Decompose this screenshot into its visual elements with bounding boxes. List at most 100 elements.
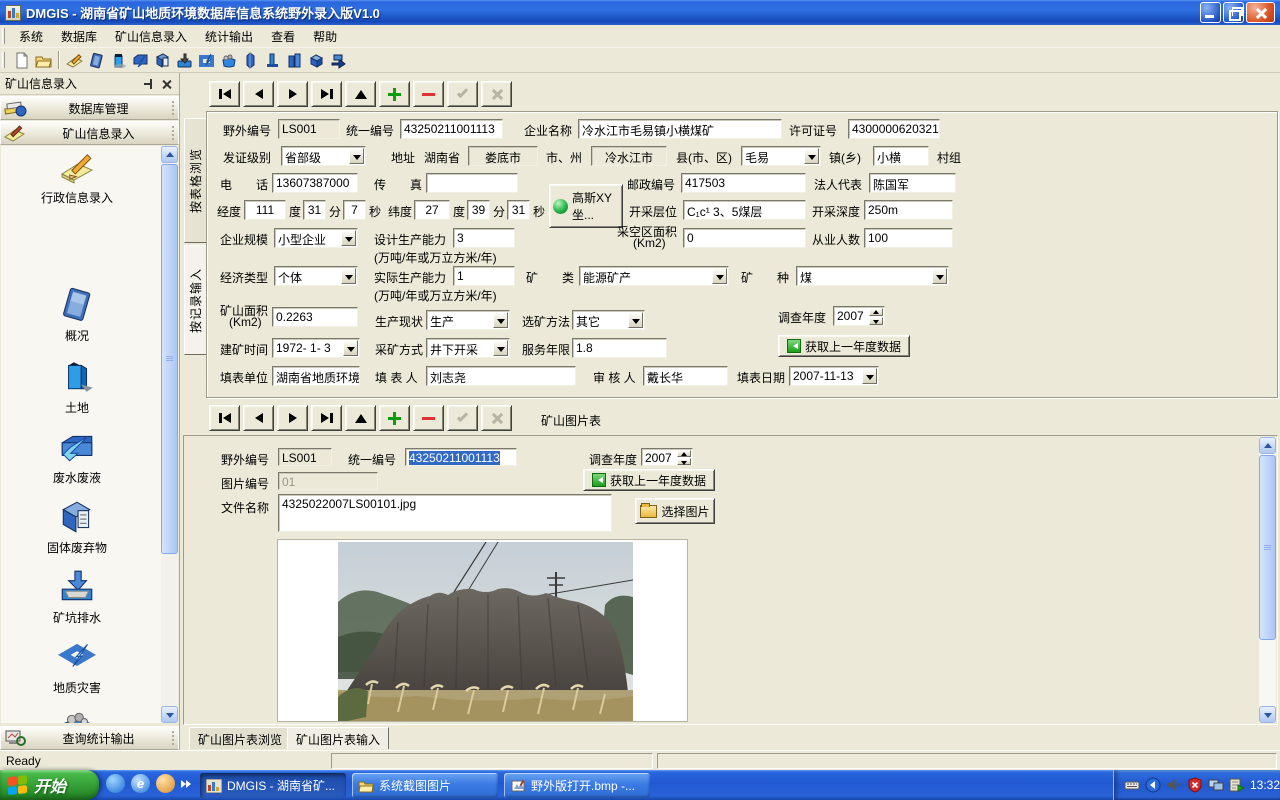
cancel-record-button[interactable] — [481, 81, 512, 107]
status-combo[interactable]: 生产 — [426, 310, 510, 330]
scrollbar-thumb[interactable] — [1259, 455, 1276, 640]
sidebar-item-land-survey[interactable]: 土地调查 — [1, 708, 153, 723]
lat-sec-input[interactable]: 31 — [507, 200, 530, 220]
menu-database[interactable]: 数据库 — [52, 25, 106, 48]
pillar-icon[interactable] — [239, 49, 261, 71]
photo-unified-no-input[interactable]: 43250211001113 — [405, 448, 517, 466]
mine-kind-combo[interactable]: 煤 — [796, 266, 949, 286]
sidebar-group-mine-entry[interactable]: 矿山信息录入 — [0, 121, 179, 145]
delete-record-button[interactable] — [413, 405, 444, 431]
tab-photo-input[interactable]: 矿山图片表输入 — [287, 727, 389, 749]
next-record-button[interactable] — [277, 81, 308, 107]
unified-no-input[interactable]: 43250211001113 — [400, 119, 503, 139]
chevron-down-icon[interactable] — [932, 268, 947, 284]
filler-input[interactable]: 刘志尧 — [426, 366, 576, 386]
sidebar-group-query-output[interactable]: 查询统计输出 — [0, 726, 179, 750]
method-combo[interactable]: 其它 — [572, 310, 645, 330]
sidebar-item-admin-entry[interactable]: 行政信息录入 — [1, 150, 153, 205]
file-name-input[interactable]: 4325022007LS00101.jpg — [278, 494, 612, 532]
lon-deg-input[interactable]: 111 — [244, 200, 286, 220]
refresh-record-button[interactable] — [345, 405, 376, 431]
display-settings-icon[interactable] — [1208, 777, 1224, 793]
lon-sec-input[interactable]: 7 — [343, 200, 366, 220]
security-shield-icon[interactable] — [1187, 777, 1203, 793]
fax-input[interactable] — [426, 173, 518, 193]
clock[interactable]: 13:32 — [1250, 778, 1280, 792]
spin-up-icon[interactable] — [869, 308, 883, 316]
menu-view[interactable]: 查看 — [262, 25, 304, 48]
post-record-button[interactable] — [447, 405, 478, 431]
last-record-button[interactable] — [311, 405, 342, 431]
photo-panel-scrollbar[interactable] — [1259, 437, 1276, 723]
refresh-record-button[interactable] — [345, 81, 376, 107]
land-survey-icon[interactable] — [217, 49, 239, 71]
mining-combo[interactable]: 井下开采 — [426, 338, 510, 358]
pin-icon[interactable] — [142, 77, 156, 91]
overview-icon[interactable] — [85, 49, 107, 71]
cert-level-combo[interactable]: 省部级 — [281, 146, 366, 166]
first-record-button[interactable] — [209, 405, 240, 431]
package-icon[interactable] — [305, 49, 327, 71]
tab-input-record[interactable]: 按记录输入 — [184, 245, 207, 355]
post-record-button[interactable] — [447, 81, 478, 107]
spin-up-icon[interactable] — [677, 450, 691, 457]
layer-input[interactable]: C₁c¹ 3、5煤层 — [683, 200, 806, 220]
legal-input[interactable]: 陈国军 — [869, 173, 956, 193]
sidebar-item-land[interactable]: 土地 — [1, 356, 153, 415]
next-record-button[interactable] — [277, 405, 308, 431]
sidebar-item-geohazard[interactable]: 地质灾害 — [1, 638, 153, 695]
field-no-input[interactable]: LS001 — [278, 119, 340, 139]
photo-field-no-input[interactable]: LS001 — [278, 448, 332, 466]
keyboard-icon[interactable] — [1124, 777, 1140, 793]
scroll-down-icon[interactable] — [1259, 706, 1276, 723]
admin-entry-icon[interactable] — [63, 49, 85, 71]
add-record-button[interactable] — [379, 405, 410, 431]
sidebar-group-database[interactable]: 数据库管理 — [0, 96, 179, 120]
last-record-button[interactable] — [311, 81, 342, 107]
menu-system[interactable]: 系统 — [10, 25, 52, 48]
buildings-icon[interactable] — [283, 49, 305, 71]
prev-record-button[interactable] — [243, 81, 274, 107]
phone-input[interactable]: 13607387000 — [272, 173, 358, 193]
restore-button[interactable] — [1223, 2, 1244, 23]
actual-input[interactable]: 1 — [453, 266, 515, 286]
sidebar-item-wastewater[interactable]: 废水废液 — [1, 428, 153, 485]
town-input[interactable]: 小横 — [873, 146, 929, 166]
sidebar-item-solid-waste[interactable]: 固体废弃物 — [1, 498, 153, 555]
new-file-icon[interactable] — [10, 49, 32, 71]
language-bar-icon[interactable] — [1145, 777, 1161, 793]
menu-mine-entry[interactable]: 矿山信息录入 — [106, 25, 196, 48]
company-input[interactable]: 冷水江市毛易镇小横煤矿 — [578, 119, 782, 139]
geohazard-icon[interactable] — [195, 49, 217, 71]
start-button[interactable]: 开始 — [0, 770, 99, 800]
survey-year-spinner[interactable]: 2007 — [833, 306, 885, 326]
scroll-down-icon[interactable] — [161, 706, 178, 723]
toolbar-grip[interactable] — [2, 52, 5, 68]
chevron-down-icon[interactable] — [343, 340, 358, 356]
gauss-xy-button[interactable]: 高斯XY坐... — [549, 184, 623, 228]
minimize-button[interactable] — [1200, 2, 1221, 23]
workers-input[interactable]: 100 — [864, 228, 953, 248]
chevron-down-icon[interactable] — [712, 268, 727, 284]
quicklaunch-outlook-icon[interactable] — [156, 774, 175, 793]
taskbar-task-folder[interactable]: 系统截图图片 — [352, 773, 498, 798]
spin-down-icon[interactable] — [869, 317, 883, 325]
sidebar-scrollbar[interactable] — [161, 146, 178, 723]
chevron-down-icon[interactable] — [862, 368, 877, 384]
menu-help[interactable]: 帮助 — [304, 25, 346, 48]
lat-min-input[interactable]: 39 — [467, 200, 490, 220]
chevron-down-icon[interactable] — [804, 148, 819, 164]
taskbar-task-dmgis[interactable]: DMGIS - 湖南省矿... — [200, 773, 346, 798]
sidebar-item-drainage[interactable]: 矿坑排水 — [1, 568, 153, 625]
postal-input[interactable]: 417503 — [681, 173, 806, 193]
tab-photo-browse[interactable]: 矿山图片表浏览 — [189, 727, 291, 749]
county-combo[interactable]: 毛易 — [741, 146, 821, 166]
scroll-up-icon[interactable] — [1259, 437, 1276, 454]
prev-record-button[interactable] — [243, 405, 274, 431]
scale-combo[interactable]: 小型企业 — [274, 228, 358, 248]
first-record-button[interactable] — [209, 81, 240, 107]
chevron-down-icon[interactable] — [493, 340, 508, 356]
license-input[interactable]: 4300000620321 — [848, 119, 940, 139]
design-input[interactable]: 3 — [453, 228, 515, 248]
mine-class-combo[interactable]: 能源矿产 — [579, 266, 729, 286]
